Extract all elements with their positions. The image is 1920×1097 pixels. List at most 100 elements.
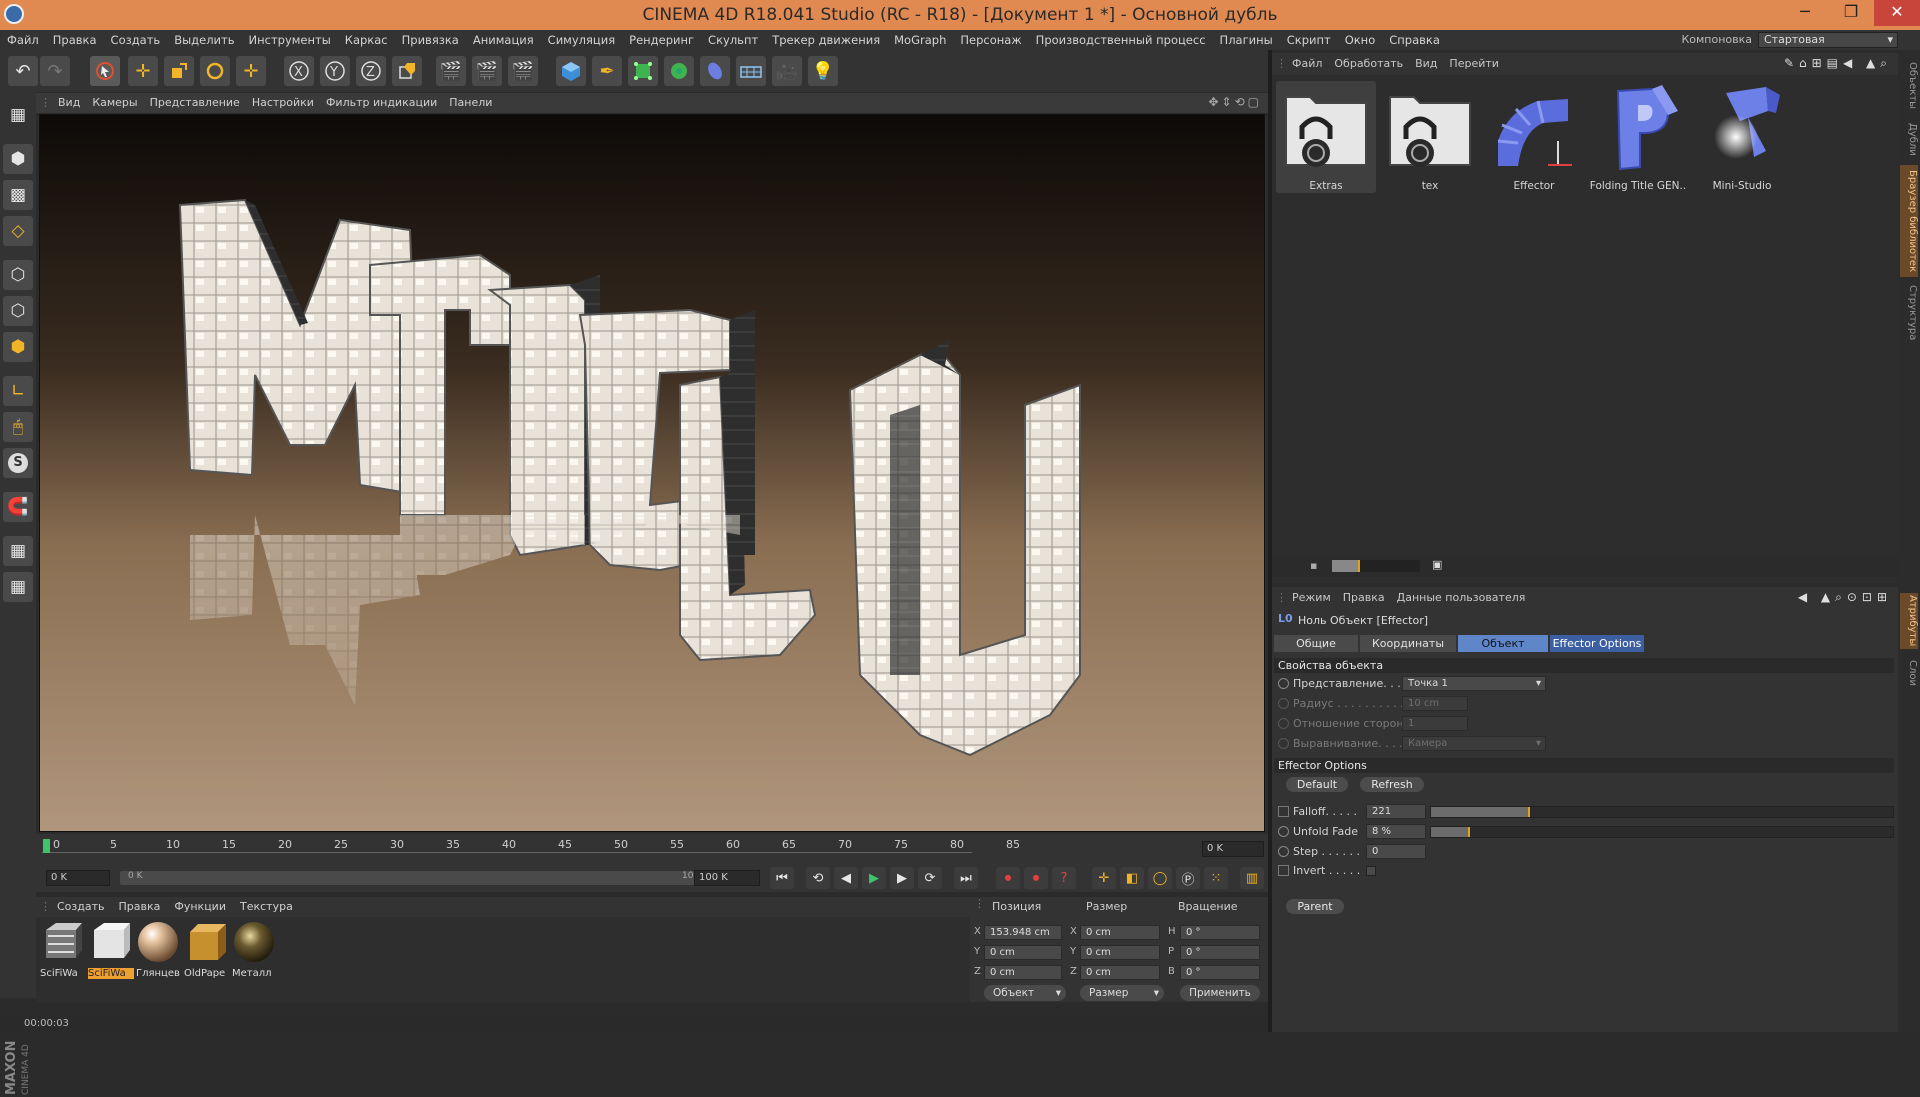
menu-plugins[interactable]: Плагины xyxy=(1213,30,1280,50)
default-button[interactable]: Default xyxy=(1286,777,1348,792)
menu-render[interactable]: Рендеринг xyxy=(622,30,701,50)
pos-x-field[interactable]: 153.948 cm xyxy=(984,925,1062,940)
attr-menu-mode[interactable]: Режим xyxy=(1286,587,1337,609)
browser-menu-edit[interactable]: Обработать xyxy=(1328,53,1409,75)
material-item[interactable]: Металл xyxy=(232,920,278,979)
cloner-icon[interactable] xyxy=(664,56,694,86)
size-y-field[interactable]: 0 cm xyxy=(1080,945,1160,960)
start-frame-field[interactable]: 0 K xyxy=(46,870,110,886)
key-position-icon[interactable]: ✛ xyxy=(1092,867,1116,889)
scale-tool-icon[interactable] xyxy=(164,56,194,86)
layout-select[interactable]: Стартовая ▾ xyxy=(1758,32,1898,48)
menu-character[interactable]: Персонаж xyxy=(953,30,1028,50)
goto-end-icon[interactable]: ⏭ xyxy=(954,867,978,889)
y-axis-icon[interactable]: Y xyxy=(320,56,350,86)
menu-file[interactable]: Файл xyxy=(0,30,46,50)
keyframe-selection-icon[interactable]: ? xyxy=(1052,867,1076,889)
menu-motion-tracker[interactable]: Трекер движения xyxy=(765,30,887,50)
unfold-fade-slider[interactable] xyxy=(1430,826,1894,838)
solo-mode-icon[interactable]: S xyxy=(3,448,33,478)
animate-radio[interactable] xyxy=(1278,678,1289,689)
viewport-menu-view[interactable]: Вид xyxy=(52,93,86,113)
workplane-mode-icon[interactable]: ◇ xyxy=(3,216,33,246)
close-button[interactable]: ✕ xyxy=(1874,0,1920,26)
material-menu-texture[interactable]: Текстура xyxy=(233,897,300,917)
size-z-field[interactable]: 0 cm xyxy=(1080,965,1160,980)
3d-viewport[interactable] xyxy=(39,114,1265,832)
next-key-icon[interactable]: ⟳ xyxy=(918,867,942,889)
material-item[interactable]: SciFiWa xyxy=(40,920,86,979)
play-icon[interactable]: ▶ xyxy=(862,867,886,889)
menu-tools[interactable]: Инструменты xyxy=(242,30,338,50)
rot-h-field[interactable]: 0 ° xyxy=(1180,925,1260,940)
make-editable-icon[interactable]: ▦ xyxy=(3,100,33,130)
select-tool-icon[interactable] xyxy=(90,56,120,86)
vtab-structure[interactable]: Структура xyxy=(1900,285,1918,341)
aspect-field[interactable]: 1 xyxy=(1402,716,1468,731)
size-mode-select[interactable]: Размер ▾ xyxy=(1080,985,1164,1001)
parent-button[interactable]: Parent xyxy=(1286,899,1344,914)
last-tool-icon[interactable]: ✛ xyxy=(236,56,266,86)
vtab-layers[interactable]: Слои xyxy=(1900,657,1918,689)
radius-field[interactable]: 10 cm xyxy=(1402,696,1468,711)
key-parameter-icon[interactable]: Ⓟ xyxy=(1176,867,1200,889)
playhead-marker[interactable] xyxy=(43,839,50,853)
vtab-objects[interactable]: Объекты xyxy=(1900,61,1918,111)
pos-y-field[interactable]: 0 cm xyxy=(984,945,1062,960)
deformer-icon[interactable] xyxy=(700,56,730,86)
animate-radio[interactable] xyxy=(1278,718,1289,729)
display-select[interactable]: Точка 1 ▾ xyxy=(1402,676,1546,691)
menu-animate[interactable]: Анимация xyxy=(466,30,541,50)
viewport-menu-filter[interactable]: Фильтр индикации xyxy=(320,93,443,113)
material-item[interactable]: SciFiWa xyxy=(88,920,134,979)
floor-icon[interactable] xyxy=(736,56,766,86)
pen-spline-icon[interactable]: ✒ xyxy=(592,56,622,86)
model-mode-icon[interactable]: ⬢ xyxy=(3,144,33,174)
browser-item-effector[interactable]: Effector xyxy=(1484,81,1584,193)
axis-mode-icon[interactable]: ∟ xyxy=(3,376,33,406)
viewport-menu-panel[interactable]: Панели xyxy=(443,93,498,113)
browser-item-mini-studio[interactable]: Mini-Studio xyxy=(1692,81,1792,193)
render-settings-icon[interactable]: 🎬 xyxy=(508,56,538,86)
browser-menu-view[interactable]: Вид xyxy=(1409,53,1443,75)
timeline-ruler[interactable]: 0 5 10 15 20 25 30 35 40 45 50 55 60 65 … xyxy=(42,836,1020,856)
record-keys-icon[interactable]: ⏺ xyxy=(996,867,1020,889)
coord-mode-select[interactable]: Объект ▾ xyxy=(984,985,1066,1001)
attr-nav-icons[interactable]: ◀ ▲⌕⊙⊡⊞ xyxy=(1798,590,1892,605)
key-scale-icon[interactable]: ◧ xyxy=(1120,867,1144,889)
vtab-content-browser[interactable]: Браузер библиотек xyxy=(1900,165,1918,277)
attr-menu-user-data[interactable]: Данные пользователя xyxy=(1391,587,1532,609)
tweak-mode-icon[interactable]: 🖱 xyxy=(3,412,33,442)
move-tool-icon[interactable]: ✛ xyxy=(128,56,158,86)
points-mode-icon[interactable]: ⬡ xyxy=(3,260,33,290)
edges-mode-icon[interactable]: ⬡ xyxy=(3,296,33,326)
rotate-tool-icon[interactable] xyxy=(200,56,230,86)
workplane-icon[interactable]: ▦ xyxy=(3,536,33,566)
render-view-icon[interactable]: 🎬 xyxy=(436,56,466,86)
animate-radio[interactable] xyxy=(1278,738,1289,749)
key-pla-icon[interactable]: ⁙ xyxy=(1204,867,1228,889)
current-frame-field[interactable]: 0 K xyxy=(1202,841,1264,857)
step-field[interactable]: 0 xyxy=(1366,844,1426,859)
menu-simulate[interactable]: Симуляция xyxy=(541,30,622,50)
menu-mograph[interactable]: MoGraph xyxy=(887,30,953,50)
menu-edit[interactable]: Правка xyxy=(46,30,104,50)
range-slider[interactable]: 0 K 100 K xyxy=(120,871,720,885)
maximize-button[interactable]: ❐ xyxy=(1828,0,1874,26)
prev-frame-icon[interactable]: ◀ xyxy=(834,867,858,889)
unfold-field[interactable]: 8 % xyxy=(1366,824,1426,839)
browser-nav-icons[interactable]: ✎⌂⊞▤◀ ▲⌕ xyxy=(1784,56,1892,71)
viewport-menu-cameras[interactable]: Камеры xyxy=(86,93,143,113)
apply-button[interactable]: Применить xyxy=(1180,985,1260,1001)
vtab-takes[interactable]: Дубли xyxy=(1900,119,1918,159)
x-axis-icon[interactable]: X xyxy=(284,56,314,86)
material-menu-create[interactable]: Создать xyxy=(50,897,112,917)
autokey-icon[interactable]: ⏺ xyxy=(1024,867,1048,889)
menu-window[interactable]: Окно xyxy=(1338,30,1383,50)
browser-item-folding-title[interactable]: Folding Title GEN.. xyxy=(1588,81,1688,193)
invert-checkbox[interactable] xyxy=(1366,866,1376,876)
small-thumb-icon[interactable]: ▪ xyxy=(1310,559,1317,572)
menu-help[interactable]: Справка xyxy=(1382,30,1447,50)
tab-coordinates[interactable]: Координаты xyxy=(1360,635,1456,652)
rot-p-field[interactable]: 0 ° xyxy=(1180,945,1260,960)
